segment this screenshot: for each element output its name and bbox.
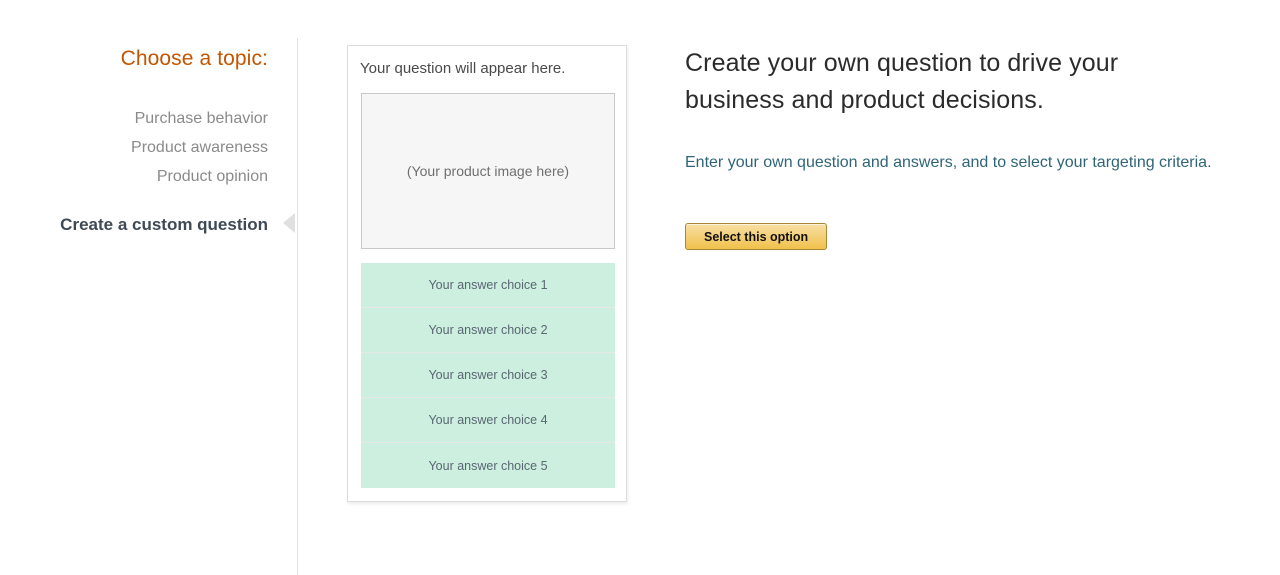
detail-panel: Create your own question to drive your b… bbox=[685, 45, 1245, 250]
detail-description: Enter your own question and answers, and… bbox=[685, 119, 1230, 177]
answer-choice-item[interactable]: Your answer choice 5 bbox=[361, 443, 615, 488]
sidebar-divider bbox=[297, 38, 298, 575]
answer-choice-item[interactable]: Your answer choice 3 bbox=[361, 353, 615, 398]
product-image-placeholder: (Your product image here) bbox=[361, 93, 615, 249]
answer-choice-list: Your answer choice 1 Your answer choice … bbox=[361, 263, 615, 488]
triangle-left-icon bbox=[283, 213, 295, 233]
sidebar-item-purchase-behavior[interactable]: Purchase behavior bbox=[135, 110, 268, 128]
detail-heading: Create your own question to drive your b… bbox=[685, 45, 1170, 119]
question-preview-card: Your question will appear here. (Your pr… bbox=[347, 45, 627, 502]
sidebar-item-product-opinion[interactable]: Product opinion bbox=[157, 168, 268, 186]
topic-sidebar: Choose a topic: Purchase behavior Produc… bbox=[0, 0, 268, 575]
product-image-placeholder-label: (Your product image here) bbox=[407, 163, 569, 179]
select-this-option-button[interactable]: Select this option bbox=[685, 223, 827, 250]
answer-choice-item[interactable]: Your answer choice 1 bbox=[361, 263, 615, 308]
answer-choice-item[interactable]: Your answer choice 2 bbox=[361, 308, 615, 353]
answer-choice-item[interactable]: Your answer choice 4 bbox=[361, 398, 615, 443]
preview-question-text: Your question will appear here. bbox=[360, 60, 565, 77]
sidebar-item-create-a-custom-question[interactable]: Create a custom question bbox=[60, 215, 268, 235]
choose-topic-heading: Choose a topic: bbox=[121, 47, 268, 71]
sidebar-item-product-awareness[interactable]: Product awareness bbox=[131, 139, 268, 157]
